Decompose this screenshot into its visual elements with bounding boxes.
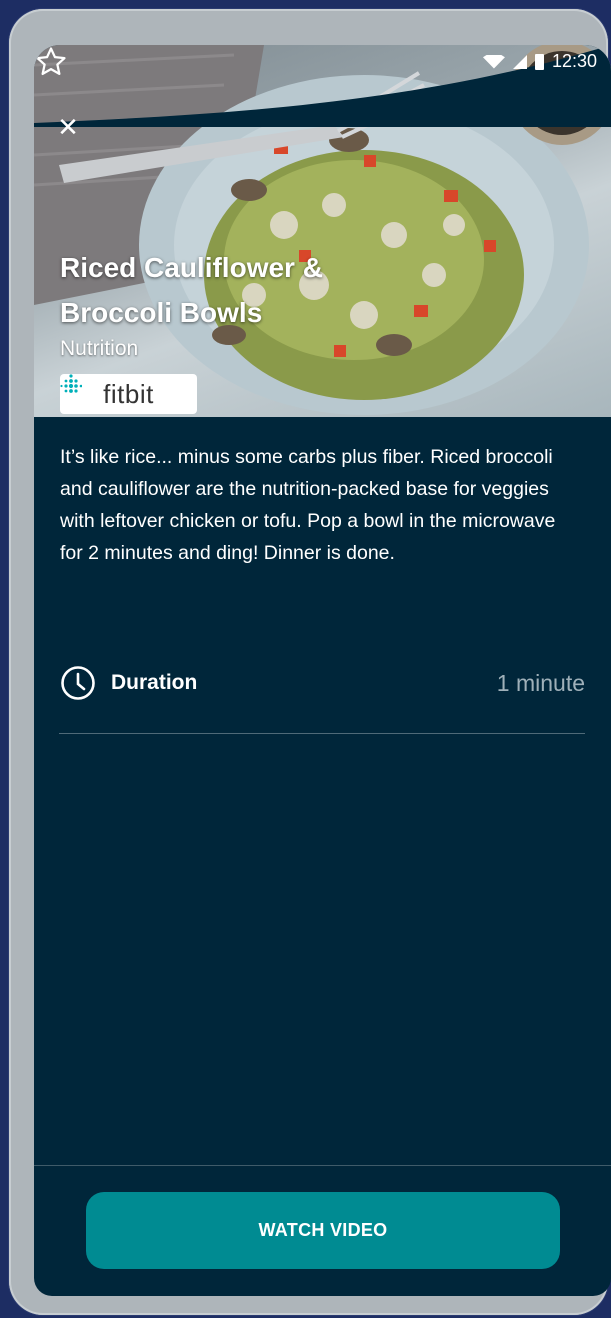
status-time: 12:30 — [551, 51, 597, 71]
brand-name: fitbit — [103, 378, 154, 409]
phone-frame: 12:30 ✕ Riced Cauliflower & Broccoli Bow… — [9, 9, 611, 1315]
duration-value: 1 minute — [496, 669, 585, 696]
brand-badge: fitbit — [60, 374, 197, 414]
close-icon[interactable]: ✕ — [56, 114, 80, 140]
app-screen: 12:30 ✕ Riced Cauliflower & Broccoli Bow… — [34, 45, 611, 1296]
recipe-title: Riced Cauliflower & Broccoli Bowls — [60, 252, 323, 328]
status-bar: 12:30 — [482, 51, 597, 72]
divider — [59, 733, 585, 734]
fitbit-logo-icon — [60, 374, 82, 393]
recipe-category: Nutrition — [60, 337, 139, 360]
wifi-icon — [482, 54, 505, 69]
battery-icon — [534, 53, 544, 70]
signal-icon — [512, 54, 527, 69]
watch-video-button[interactable]: WATCH VIDEO — [86, 1192, 560, 1269]
footer-divider — [34, 1165, 611, 1166]
duration-row: Duration 1 minute — [60, 662, 585, 704]
recipe-description: It’s like rice... minus some carbs plus … — [60, 446, 556, 564]
clock-icon — [61, 666, 95, 700]
duration-label: Duration — [111, 671, 198, 694]
hero-image: 12:30 ✕ Riced Cauliflower & Broccoli Bow… — [34, 45, 611, 417]
star-icon[interactable] — [34, 45, 68, 79]
